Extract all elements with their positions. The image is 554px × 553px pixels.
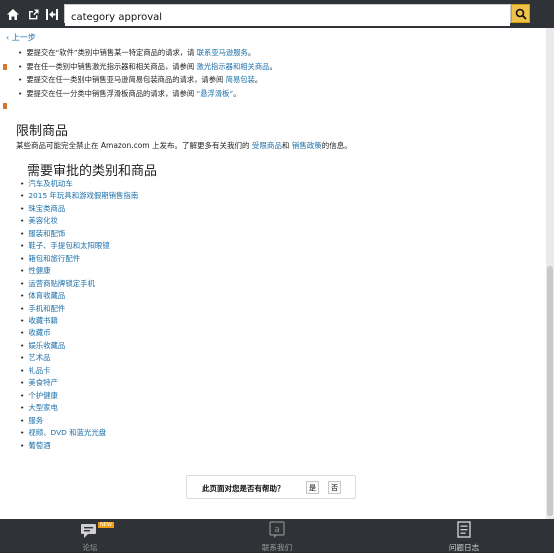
category-item: 运营商贴牌锁定手机 (20, 278, 138, 290)
category-link[interactable]: 2015 年玩具和游戏假期销售指南 (28, 191, 138, 200)
category-item: 艺术品 (20, 352, 138, 364)
new-badge: NEW (98, 522, 114, 528)
category-link[interactable]: 艺术品 (28, 353, 50, 362)
tip-link[interactable]: 简易包装 (226, 75, 255, 84)
tip-link[interactable]: 联系亚马逊服务 (197, 48, 248, 57)
bottom-navigation: NEW 论坛 a 联系我们 问题日志 (0, 519, 554, 552)
category-item: 性健康 (20, 265, 138, 277)
category-item: 收藏书籍 (20, 315, 138, 327)
case-log-tab[interactable]: 问题日志 (424, 521, 504, 552)
tips-list: 要提交在“软件”类别中销售某一特定商品的请求，请 联系亚马逊服务。 要在任一类别… (18, 46, 277, 101)
tip-item: 要在任一类别中销售激光指示器和相关商品，请参阅 激光指示器和相关商品。 (18, 60, 276, 74)
tip-link[interactable]: 激光指示器和相关商品 (196, 62, 269, 71)
category-link[interactable]: 服务 (28, 416, 43, 425)
category-item: 箱包和旅行配件 (20, 253, 138, 265)
category-link[interactable]: 娱乐收藏品 (28, 341, 65, 350)
search-field[interactable] (64, 4, 511, 26)
category-item: 个护健康 (20, 390, 138, 402)
restricted-products-text: 某些商品可能完全禁止在 Amazon.com 上发布。了解更多有关我们的 受限商… (16, 141, 352, 150)
side-marker (3, 64, 7, 70)
category-link[interactable]: 大型家电 (28, 403, 58, 412)
category-link[interactable]: 礼品卡 (28, 366, 50, 375)
category-link[interactable]: 体育收藏品 (28, 291, 65, 300)
search-button[interactable] (511, 4, 530, 23)
document-icon (457, 521, 471, 538)
category-item: 珠宝类商品 (20, 203, 138, 215)
category-item: 美容化妆 (20, 215, 138, 227)
tip-item: 要提交在任一类别中销售亚马逊简易包装商品的请求，请参阅 简易包装。 (18, 73, 277, 87)
category-link[interactable]: 美容化妆 (28, 216, 58, 225)
category-link[interactable]: 美食特产 (28, 378, 58, 387)
feedback-no-button[interactable]: 否 (328, 481, 341, 494)
case-log-label: 问题日志 (448, 543, 480, 552)
approval-category-list: 汽车及机动车 2015 年玩具和游戏假期销售指南珠宝类商品美容化妆服装和配饰鞋子、… (20, 178, 138, 452)
svg-text:a: a (274, 525, 280, 535)
back-link[interactable]: ‹ 上一步 (6, 32, 36, 43)
category-item: 体育收藏品 (20, 290, 138, 302)
tip-link[interactable]: “悬浮滑板” (196, 89, 233, 98)
contact-us-label: 联系我们 (261, 543, 293, 552)
top-toolbar (0, 0, 554, 28)
search-input[interactable] (65, 9, 510, 26)
category-link[interactable]: 视频、DVD 和蓝光光盘 (28, 428, 106, 437)
feedback-question: 此页面对您是否有帮助？ (202, 484, 285, 493)
vertical-scrollbar[interactable] (546, 28, 554, 519)
category-item: 手机和配件 (20, 303, 138, 315)
panel-toggle-icon[interactable] (42, 4, 62, 24)
category-item: 收藏币 (20, 327, 138, 339)
side-marker (3, 103, 7, 109)
search-icon (515, 8, 527, 20)
category-link[interactable]: 收藏书籍 (28, 316, 58, 325)
category-link[interactable]: 个护健康 (28, 391, 58, 400)
category-item: 娱乐收藏品 (20, 340, 138, 352)
category-item: 美食特产 (20, 377, 138, 389)
contact-icon: a (269, 521, 285, 538)
category-item: 服务 (20, 415, 138, 427)
forum-label: 论坛 (82, 543, 98, 552)
category-item: 视频、DVD 和蓝光光盘 (20, 427, 138, 439)
category-item: 2015 年玩具和游戏假期销售指南 (20, 190, 138, 202)
category-item: 礼品卡 (20, 365, 138, 377)
category-link[interactable]: 箱包和旅行配件 (28, 254, 80, 263)
category-item: 鞋子、手提包和太阳眼镜 (20, 240, 138, 252)
external-link-icon[interactable] (23, 4, 43, 24)
contact-us-tab[interactable]: a 联系我们 (237, 521, 317, 552)
category-link[interactable]: 收藏币 (28, 328, 50, 337)
help-page-content: ‹ 上一步 要提交在“软件”类别中销售某一特定商品的请求，请 联系亚马逊服务。 … (0, 28, 546, 519)
feedback-yes-button[interactable]: 是 (306, 481, 319, 494)
home-icon[interactable] (3, 4, 23, 24)
category-item: 大型家电 (20, 402, 138, 414)
tip-item: 要提交在“软件”类别中销售某一特定商品的请求，请 联系亚马逊服务。 (18, 46, 277, 60)
selling-policy-link[interactable]: 销售政策 (292, 141, 322, 150)
category-link[interactable]: 服装和配饰 (28, 229, 65, 238)
forum-tab[interactable]: NEW 论坛 (50, 521, 130, 552)
category-link[interactable]: 汽车及机动车 (28, 179, 72, 188)
category-item: 服装和配饰 (20, 228, 138, 240)
approval-categories-heading: 需要审批的类别和商品 (27, 164, 158, 179)
restricted-products-link[interactable]: 受限商品 (252, 141, 282, 150)
feedback-box: 此页面对您是否有帮助？ 是 否 (186, 475, 356, 499)
tip-item: 要提交在任一分类中销售浮滑板商品的请求，请参阅 “悬浮滑板”。 (18, 87, 277, 101)
restricted-products-heading: 限制商品 (16, 124, 69, 139)
category-link[interactable]: 运营商贴牌锁定手机 (28, 279, 95, 288)
category-link[interactable]: 鞋子、手提包和太阳眼镜 (28, 241, 109, 250)
category-item: 葡萄酒 (20, 440, 138, 452)
category-link[interactable]: 葡萄酒 (28, 441, 50, 450)
category-item: 汽车及机动车 (20, 178, 138, 190)
category-link[interactable]: 手机和配件 (28, 304, 65, 313)
category-link[interactable]: 珠宝类商品 (28, 204, 65, 213)
category-link[interactable]: 性健康 (28, 266, 50, 275)
scrollbar-thumb[interactable] (547, 266, 553, 516)
